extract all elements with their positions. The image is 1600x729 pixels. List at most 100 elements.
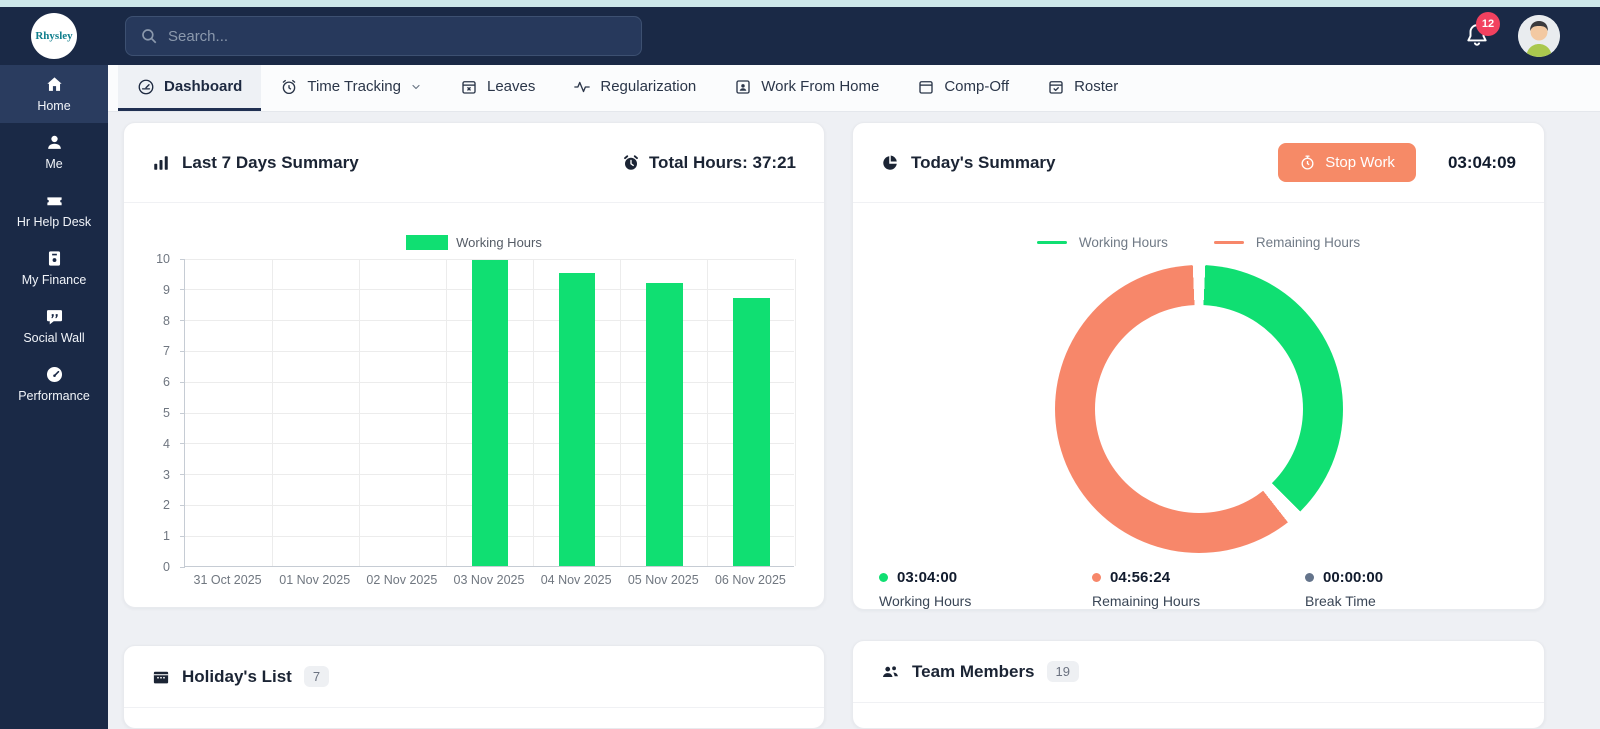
x-tick-label: 05 Nov 2025	[620, 573, 707, 587]
grid-line-v	[533, 259, 534, 566]
x-tick-label: 03 Nov 2025	[445, 573, 532, 587]
break-time-dot	[1305, 573, 1314, 582]
y-tick-mark	[180, 474, 185, 475]
y-tick-label: 9	[163, 283, 170, 297]
y-tick-mark	[180, 259, 185, 260]
tab-regularization[interactable]: Regularization	[554, 65, 715, 111]
main-content: Last 7 Days Summary Total Hours: 37:21 W…	[108, 112, 1600, 729]
legend-line	[1037, 241, 1067, 244]
y-tick-label: 10	[156, 252, 170, 266]
legend-remaining-hours[interactable]: Remaining Hours	[1214, 235, 1360, 250]
stat-value: 00:00:00	[1323, 569, 1383, 586]
donut-legend: Working Hours Remaining Hours	[853, 233, 1544, 251]
avatar[interactable]	[1518, 15, 1560, 57]
tabbar: Dashboard Time Tracking Leaves	[108, 65, 1600, 112]
grid-line-v	[795, 259, 796, 566]
stat-value: 04:56:24	[1110, 569, 1170, 586]
x-tick-label: 06 Nov 2025	[707, 573, 794, 587]
sidebar-item-my-finance[interactable]: My Finance	[0, 239, 108, 297]
bar-chart: 012345678910 31 Oct 202501 Nov 202502 No…	[140, 259, 800, 607]
last-7-days-summary-card: Last 7 Days Summary Total Hours: 37:21 W…	[123, 122, 825, 608]
today-stats: 03:04:00 Working Hours 04:56:24 Remainin…	[853, 569, 1544, 609]
y-tick-label: 7	[163, 344, 170, 358]
tab-label: Roster	[1074, 78, 1118, 95]
legend-label: Working Hours	[1079, 235, 1168, 250]
search-icon	[140, 27, 158, 45]
sidebar-item-social-wall[interactable]: Social Wall	[0, 297, 108, 355]
y-tick-mark	[180, 320, 185, 321]
bar-plot	[184, 259, 794, 567]
app-header: Rhysley 12	[0, 7, 1600, 65]
stat-label: Remaining Hours	[1092, 593, 1305, 609]
stop-work-button[interactable]: Stop Work	[1278, 143, 1416, 182]
card-title: Holiday's List	[182, 667, 292, 687]
legend-label: Working Hours	[456, 235, 542, 250]
top-accent-strip	[0, 0, 1600, 7]
sidebar-item-performance[interactable]: Performance	[0, 355, 108, 413]
tab-leaves[interactable]: Leaves	[441, 65, 554, 111]
total-hours: Total Hours: 37:21	[622, 153, 796, 173]
tab-work-from-home[interactable]: Work From Home	[715, 65, 898, 111]
sidebar-item-home[interactable]: Home	[0, 65, 108, 123]
total-hours-label: Total Hours: 37:21	[649, 153, 796, 173]
stat-label: Working Hours	[879, 593, 1092, 609]
x-tick-label: 02 Nov 2025	[358, 573, 445, 587]
tab-label: Regularization	[600, 78, 696, 95]
bar-chart-icon	[152, 154, 170, 172]
tab-time-tracking[interactable]: Time Tracking	[261, 65, 441, 111]
sidebar-item-me[interactable]: Me	[0, 123, 108, 181]
finance-icon	[45, 249, 64, 268]
legend-label: Remaining Hours	[1256, 235, 1360, 250]
tab-comp-off[interactable]: Comp-Off	[898, 65, 1028, 111]
y-tick-mark	[180, 567, 185, 568]
y-tick-label: 4	[163, 437, 170, 451]
stat-label: Break Time	[1305, 593, 1518, 609]
tab-label: Time Tracking	[307, 78, 401, 95]
stat-remaining-hours: 04:56:24 Remaining Hours	[1092, 569, 1305, 609]
y-tick-label: 3	[163, 468, 170, 482]
y-axis: 012345678910	[140, 259, 180, 567]
x-tick-label: 04 Nov 2025	[533, 573, 620, 587]
sidebar-item-label: Me	[45, 157, 62, 171]
bar-chart-legend[interactable]: Working Hours	[124, 233, 824, 251]
search-input[interactable]	[168, 28, 627, 45]
sidebar-item-hr-help-desk[interactable]: Hr Help Desk	[0, 181, 108, 239]
stat-working-hours: 03:04:00 Working Hours	[879, 569, 1092, 609]
sidebar-item-label: Home	[37, 99, 70, 113]
stat-break-time: 00:00:00 Break Time	[1305, 569, 1518, 609]
holidays-count-badge: 7	[304, 666, 329, 687]
x-axis-labels: 31 Oct 202501 Nov 202502 Nov 202503 Nov …	[184, 573, 794, 587]
stopwatch-icon	[1299, 154, 1316, 171]
chevron-down-icon	[410, 81, 422, 93]
tab-roster[interactable]: Roster	[1028, 65, 1137, 111]
work-timer: 03:04:09	[1448, 153, 1516, 173]
x-tick-label: 31 Oct 2025	[184, 573, 271, 587]
grid-line-v	[359, 259, 360, 566]
avatar-illustration	[1518, 15, 1560, 57]
bar	[733, 298, 770, 566]
team-icon	[881, 662, 900, 681]
y-tick-label: 5	[163, 406, 170, 420]
sidebar-item-label: Hr Help Desk	[17, 215, 91, 229]
y-tick-mark	[180, 413, 185, 414]
alarm-clock-icon	[622, 154, 640, 172]
search-box[interactable]	[125, 16, 642, 56]
tab-dashboard[interactable]: Dashboard	[118, 65, 261, 111]
tab-label: Dashboard	[164, 78, 242, 95]
dashboard-icon	[137, 78, 155, 96]
team-count-badge: 19	[1047, 661, 1079, 682]
grid-line-v	[446, 259, 447, 566]
ticket-icon	[45, 191, 64, 210]
legend-working-hours[interactable]: Working Hours	[1037, 235, 1168, 250]
brand-logo[interactable]: Rhysley	[31, 13, 77, 59]
tab-label: Comp-Off	[944, 78, 1009, 95]
grid-line-v	[707, 259, 708, 566]
x-tick-label: 01 Nov 2025	[271, 573, 358, 587]
bar	[472, 260, 509, 566]
notifications-button[interactable]: 12	[1464, 20, 1492, 52]
stop-work-label: Stop Work	[1325, 154, 1395, 171]
legend-line	[1214, 241, 1244, 244]
legend-swatch	[406, 235, 448, 250]
holidays-list-card: Holiday's List 7	[123, 645, 825, 729]
bar	[559, 273, 596, 566]
